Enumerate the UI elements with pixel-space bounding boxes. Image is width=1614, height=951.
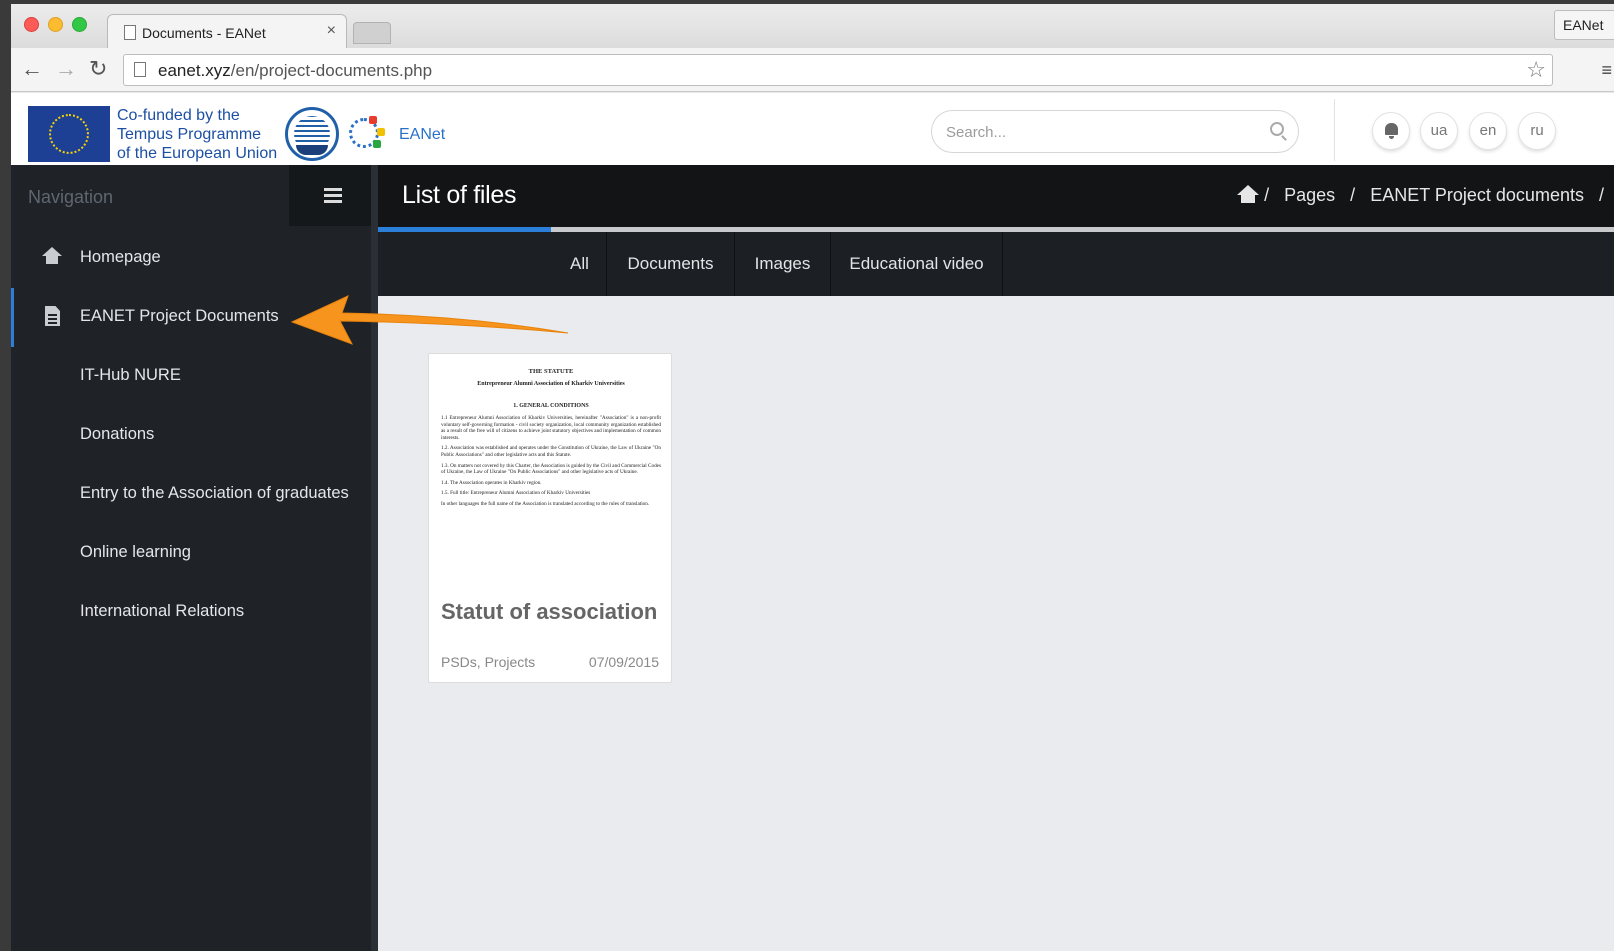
tab-title: Documents - EANet xyxy=(142,25,266,41)
search-icon[interactable] xyxy=(1270,122,1284,136)
bookmark-star-icon[interactable]: ☆ xyxy=(1526,57,1546,83)
file-card[interactable]: THE STATUTE Entrepreneur Alumni Associat… xyxy=(428,353,672,683)
navigation-title: Navigation xyxy=(28,187,114,207)
site-header: Co-funded by the Tempus Programme of the… xyxy=(11,93,1614,165)
document-preview[interactable]: THE STATUTE Entrepreneur Alumni Associat… xyxy=(441,368,661,590)
back-arrow-icon[interactable]: ← xyxy=(21,58,43,80)
lang-button-ua[interactable]: ua xyxy=(1420,112,1458,150)
sidebar-item-label: EANET Project Documents xyxy=(80,307,279,325)
file-title[interactable]: Statut of association xyxy=(441,600,661,624)
preview-paragraph: 1.3. On matters not covered by this Char… xyxy=(441,462,661,476)
lang-button-en[interactable]: en xyxy=(1469,112,1507,150)
sidebar-edge xyxy=(371,165,378,951)
new-tab-button[interactable] xyxy=(353,22,391,44)
forward-arrow-icon[interactable]: → xyxy=(55,58,77,80)
url-path: /en/project-documents.php xyxy=(230,61,433,80)
sidebar-item-label: International Relations xyxy=(80,602,245,620)
document-icon xyxy=(42,306,62,326)
tab-images[interactable]: Images xyxy=(735,232,831,296)
file-tags: PSDs, Projects xyxy=(441,654,536,670)
breadcrumb-project-documents[interactable]: EANET Project documents xyxy=(1370,185,1584,205)
close-window-button[interactable] xyxy=(24,17,39,32)
tab-bar: Documents - EANet × EANet xyxy=(11,4,1614,48)
sidebar-item-online-learning[interactable]: Online learning xyxy=(11,524,371,583)
page-icon xyxy=(124,25,136,40)
minimize-window-button[interactable] xyxy=(48,17,63,32)
sidebar-item-donations[interactable]: Donations xyxy=(11,406,371,465)
zoom-window-button[interactable] xyxy=(72,17,87,32)
cofund-line: Tempus Programme xyxy=(117,126,262,143)
breadcrumb-separator: / xyxy=(1264,185,1270,205)
home-icon xyxy=(42,247,62,267)
cofund-text: Co-funded by the Tempus Programme of the… xyxy=(117,106,277,163)
preview-paragraph: 1.2. Association was established and ope… xyxy=(441,445,661,458)
page-title-bar: List of files / Pages / EANET Project do… xyxy=(378,165,1614,227)
sidebar-item-label: Donations xyxy=(80,425,155,443)
preview-paragraph: In other languages the full name of the … xyxy=(441,500,650,507)
breadcrumb-separator: / xyxy=(1350,185,1356,205)
eu-stars-icon xyxy=(49,114,89,154)
hamburger-menu-button[interactable] xyxy=(289,165,377,226)
sidebar-item-homepage[interactable]: Homepage xyxy=(11,229,371,288)
tab-educational-video[interactable]: Educational video xyxy=(831,232,1003,296)
breadcrumb-home-icon[interactable] xyxy=(1227,185,1260,203)
sidebar-item-label: Homepage xyxy=(80,248,161,266)
preview-section: 1. GENERAL CONDITIONS xyxy=(513,403,589,409)
breadcrumb-pages[interactable]: Pages xyxy=(1284,185,1335,205)
preview-heading: THE STATUTE xyxy=(528,368,574,375)
file-date: 07/09/2015 xyxy=(588,654,659,670)
bell-icon xyxy=(1385,123,1398,139)
brand-name[interactable]: EANet xyxy=(399,126,445,144)
eu-flag-logo xyxy=(28,106,110,162)
sidebar-item-entry-association[interactable]: Entry to the Association of graduates xyxy=(11,465,371,524)
filter-tabs: All Documents Images Educational video xyxy=(378,232,1614,296)
preview-subheading: Entrepreneur Alumni Association of Khark… xyxy=(477,381,625,387)
sidebar-item-international-relations[interactable]: International Relations xyxy=(11,583,371,642)
page-icon xyxy=(134,62,146,77)
breadcrumb-separator: / xyxy=(1598,185,1604,205)
preview-paragraph: 1.5. Full title: Entrepreneur Alumni Ass… xyxy=(441,490,591,497)
breadcrumb: / Pages / EANET Project documents / xyxy=(1217,185,1604,206)
tab-all[interactable]: All xyxy=(553,232,607,296)
cofund-line: of the European Union xyxy=(117,145,278,162)
sidebar: Navigation Homepage EANET Project Docume… xyxy=(11,165,377,951)
eanet-globe-logo[interactable] xyxy=(347,112,391,160)
url-text[interactable]: eanet.xyz/en/project-documents.php xyxy=(158,61,432,81)
screen: Documents - EANet × EANet ← → ↻ eanet.xy… xyxy=(0,0,1614,951)
tab-close-icon[interactable]: × xyxy=(327,22,336,40)
lang-button-ru[interactable]: ru xyxy=(1518,112,1556,150)
cofund-line: Co-funded by the xyxy=(117,107,240,124)
sidebar-item-label: Online learning xyxy=(80,543,191,561)
browser-menu-icon[interactable]: ≡ xyxy=(1601,60,1612,81)
sidebar-item-label: Entry to the Association of graduates xyxy=(80,484,349,502)
page-title: List of files xyxy=(402,181,517,209)
header-divider xyxy=(1334,99,1335,161)
sidebar-item-it-hub[interactable]: IT-Hub NURE xyxy=(11,347,371,406)
browser-tab[interactable]: Documents - EANet × xyxy=(107,14,347,48)
search-box xyxy=(931,110,1299,153)
page: Co-funded by the Tempus Programme of the… xyxy=(11,93,1614,951)
university-logo xyxy=(285,107,339,161)
browser-window: Documents - EANet × EANet ← → ↻ eanet.xy… xyxy=(11,4,1614,951)
url-host: eanet.xyz xyxy=(158,61,231,80)
reload-icon[interactable]: ↻ xyxy=(89,58,107,80)
sidebar-item-project-documents[interactable]: EANET Project Documents xyxy=(11,288,371,347)
profile-button[interactable]: EANet xyxy=(1554,10,1614,40)
preview-paragraph: 1.4. The Association operates in Kharkiv… xyxy=(441,479,542,486)
address-bar[interactable]: eanet.xyz/en/project-documents.php ☆ xyxy=(123,54,1553,86)
notifications-button[interactable] xyxy=(1372,112,1410,150)
tab-documents[interactable]: Documents xyxy=(607,232,735,296)
browser-toolbar: ← → ↻ eanet.xyz/en/project-documents.php… xyxy=(11,48,1614,92)
sidebar-item-label: IT-Hub NURE xyxy=(80,366,181,384)
search-input[interactable] xyxy=(946,121,1256,143)
preview-paragraph: 1.1 Entrepreneur Alumni Association of K… xyxy=(441,415,661,441)
